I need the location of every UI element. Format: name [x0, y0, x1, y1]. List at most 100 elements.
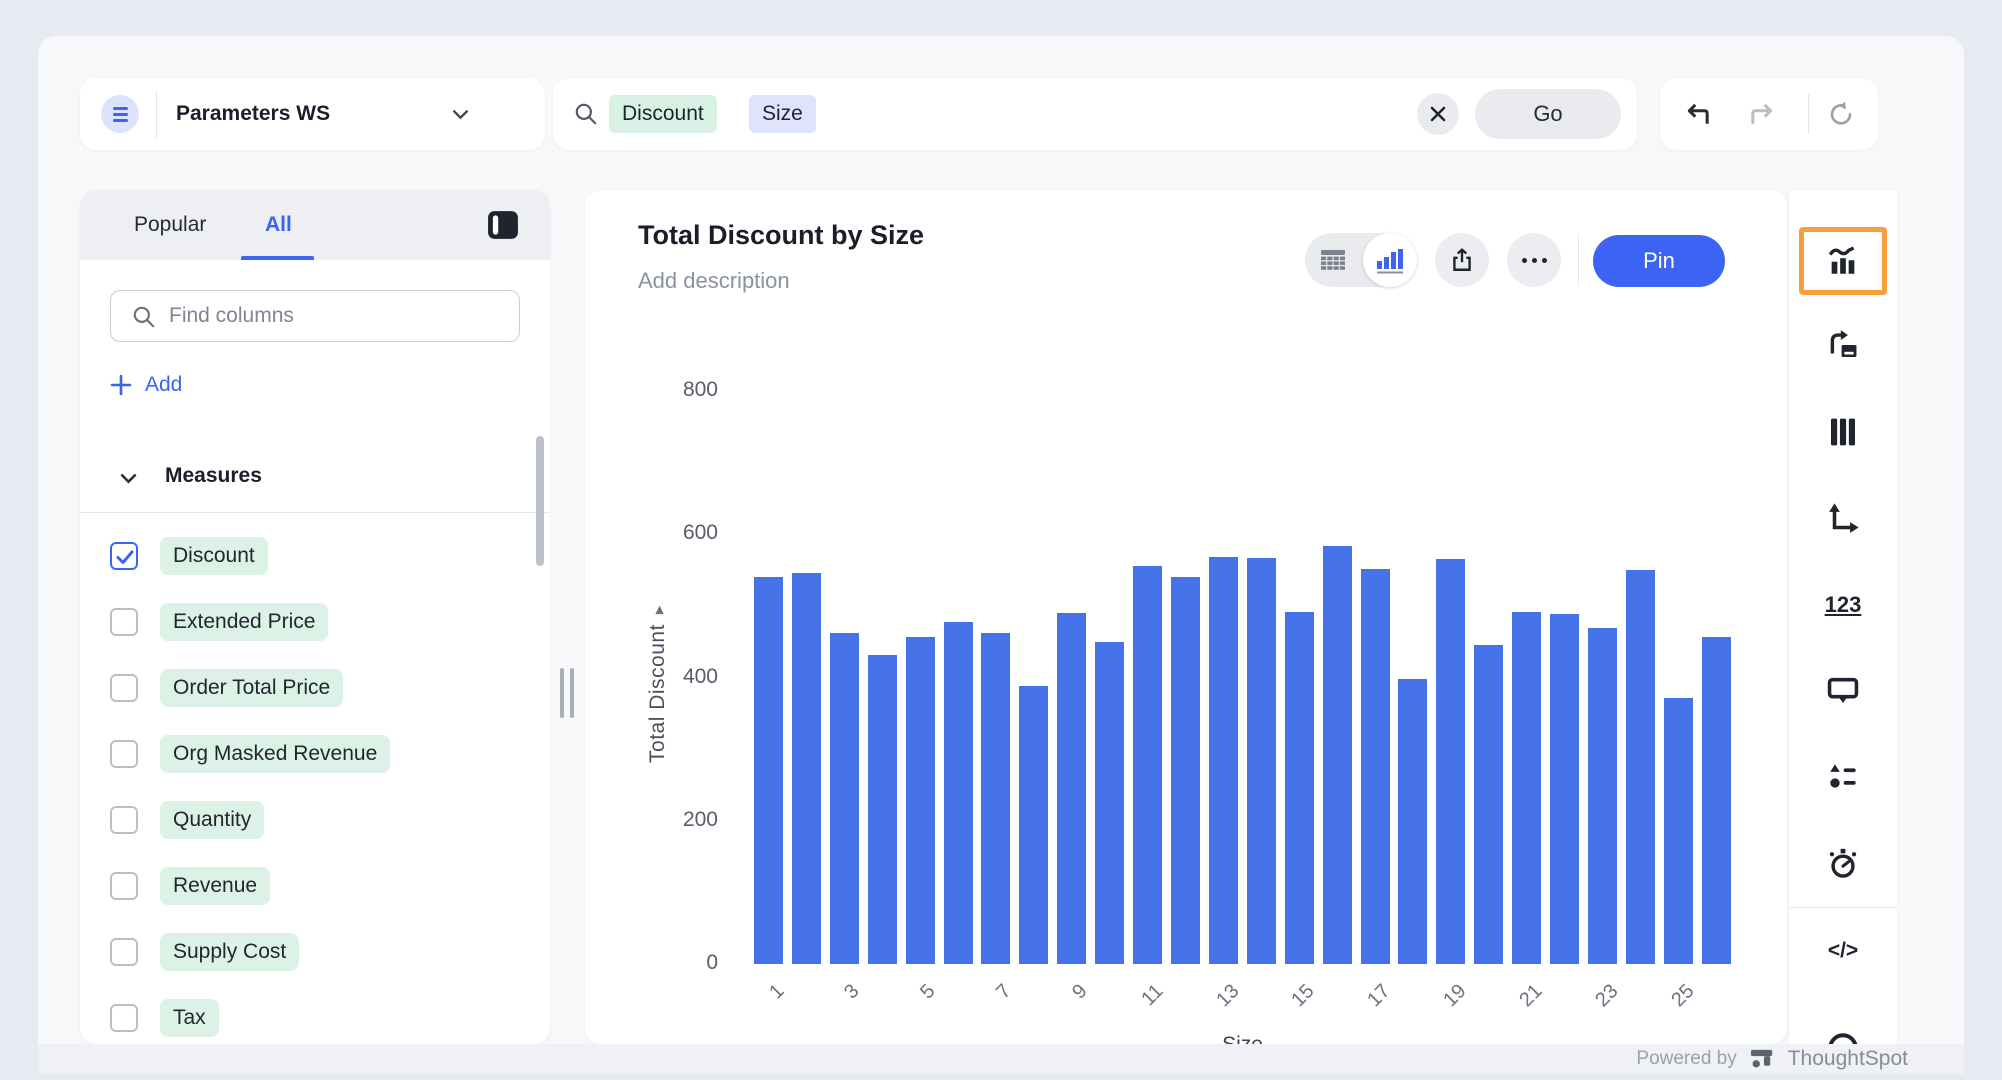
share-icon: [1449, 246, 1475, 274]
measure-checkbox[interactable]: [110, 1004, 138, 1032]
measure-label[interactable]: Order Total Price: [160, 669, 343, 707]
bar-size-25[interactable]: [1664, 698, 1693, 964]
share-button[interactable]: [1435, 233, 1489, 287]
add-description[interactable]: Add description: [638, 268, 790, 294]
bar-size-7[interactable]: [981, 633, 1010, 964]
chevron-down-icon[interactable]: [452, 109, 469, 120]
divider: [80, 512, 550, 513]
search-bar[interactable]: Discount Size Go: [553, 78, 1637, 150]
measure-checkbox[interactable]: [110, 872, 138, 900]
measure-label[interactable]: Tax: [160, 999, 219, 1037]
divider: [1808, 94, 1809, 134]
worksheet-name[interactable]: Parameters WS: [176, 78, 330, 150]
bar-size-19[interactable]: [1436, 559, 1465, 964]
x-tick-label: 15: [1288, 980, 1320, 1012]
x-axis-title[interactable]: Size: [754, 1033, 1731, 1044]
bar-size-12[interactable]: [1171, 577, 1200, 964]
bar-size-23[interactable]: [1588, 628, 1617, 964]
panel-scrollbar[interactable]: [536, 436, 544, 566]
measure-item: Order Total Price: [80, 655, 550, 721]
bar-size-22[interactable]: [1550, 614, 1579, 964]
footer: Powered by ThoughtSpot: [38, 1044, 1964, 1074]
y-tick-label: 600: [658, 521, 718, 545]
globe-icon[interactable]: [1823, 1028, 1863, 1044]
measure-label[interactable]: Supply Cost: [160, 933, 299, 971]
divider: [1578, 234, 1579, 286]
bar-size-17[interactable]: [1361, 569, 1390, 964]
clear-search-button[interactable]: [1417, 93, 1459, 135]
bar-size-21[interactable]: [1512, 612, 1541, 964]
measure-checkbox[interactable]: [110, 608, 138, 636]
measure-label[interactable]: Discount: [160, 537, 268, 575]
measure-checkbox[interactable]: [110, 806, 138, 834]
table-view-icon[interactable]: [1320, 249, 1346, 271]
measure-checkbox[interactable]: [110, 542, 138, 570]
go-button[interactable]: Go: [1475, 89, 1621, 139]
bar-size-16[interactable]: [1323, 546, 1352, 964]
measure-item: Discount: [80, 523, 550, 589]
x-tick-label: 7: [992, 980, 1016, 1004]
columns-icon[interactable]: [1823, 412, 1863, 452]
bar-size-18[interactable]: [1398, 679, 1427, 964]
bar-size-2[interactable]: [792, 573, 821, 964]
answer-title[interactable]: Total Discount by Size: [638, 220, 924, 251]
legend-icon[interactable]: [1823, 757, 1863, 797]
y-tick-label: 200: [658, 808, 718, 832]
search-token-discount[interactable]: Discount: [609, 95, 717, 133]
bar-size-4[interactable]: [868, 655, 897, 964]
bar-size-5[interactable]: [906, 637, 935, 964]
measure-checkbox[interactable]: [110, 674, 138, 702]
bar-size-15[interactable]: [1285, 612, 1314, 964]
change-visualization-icon[interactable]: [1823, 241, 1863, 281]
y-tick-label: 0: [658, 951, 718, 975]
add-column-button[interactable]: Add: [110, 373, 182, 397]
bar-size-1[interactable]: [754, 577, 783, 964]
measures-section-header[interactable]: Measures: [80, 456, 550, 500]
find-columns-field[interactable]: [110, 290, 520, 342]
bar-size-10[interactable]: [1095, 642, 1124, 964]
bar-size-24[interactable]: [1626, 570, 1655, 964]
measure-label[interactable]: Revenue: [160, 867, 270, 905]
chart-view-toggle[interactable]: [1363, 233, 1417, 287]
undo-icon[interactable]: [1684, 101, 1712, 127]
tab-all[interactable]: All: [265, 190, 292, 260]
number-format-icon[interactable]: 123: [1823, 585, 1863, 625]
measure-label[interactable]: Org Masked Revenue: [160, 735, 390, 773]
bar-size-11[interactable]: [1133, 566, 1162, 964]
measure-item: Supply Cost: [80, 919, 550, 985]
axes-icon[interactable]: [1823, 499, 1863, 539]
more-options-button[interactable]: [1507, 233, 1561, 287]
chart-tools-rail: 123 </>: [1789, 190, 1897, 1044]
panel-resize-handle[interactable]: [560, 668, 576, 718]
tooltip-icon[interactable]: [1823, 671, 1863, 711]
bar-size-3[interactable]: [830, 633, 859, 964]
chevron-down-icon: [120, 473, 137, 484]
code-icon[interactable]: </>: [1823, 931, 1863, 971]
search-token-size[interactable]: Size: [749, 95, 816, 133]
spotiq-timer-icon[interactable]: [1823, 843, 1863, 883]
divider: [1789, 907, 1897, 908]
bar-size-8[interactable]: [1019, 686, 1048, 964]
bar-size-14[interactable]: [1247, 558, 1276, 964]
edit-chart-config-icon[interactable]: [1823, 325, 1863, 365]
measure-checkbox[interactable]: [110, 938, 138, 966]
pin-button[interactable]: Pin: [1593, 235, 1725, 287]
data-menu-icon[interactable]: [101, 95, 139, 133]
app-surface: Parameters WS Discount Size Go Popular A…: [38, 36, 1964, 1044]
x-tick-label: 1: [765, 980, 789, 1004]
redo-icon[interactable]: [1748, 101, 1776, 127]
bar-size-6[interactable]: [944, 622, 973, 964]
measure-checkbox[interactable]: [110, 740, 138, 768]
bar-size-13[interactable]: [1209, 557, 1238, 964]
measure-label[interactable]: Extended Price: [160, 603, 328, 641]
tab-popular[interactable]: Popular: [134, 190, 206, 260]
find-columns-input[interactable]: [169, 292, 509, 340]
reset-icon[interactable]: [1828, 101, 1854, 127]
measure-label[interactable]: Quantity: [160, 801, 264, 839]
collapse-panel-icon[interactable]: [487, 210, 519, 240]
bar-size-26[interactable]: [1702, 637, 1731, 964]
bar-size-9[interactable]: [1057, 613, 1086, 964]
history-bar: [1660, 78, 1878, 150]
bar-plot-area: [754, 391, 1731, 964]
bar-size-20[interactable]: [1474, 645, 1503, 964]
